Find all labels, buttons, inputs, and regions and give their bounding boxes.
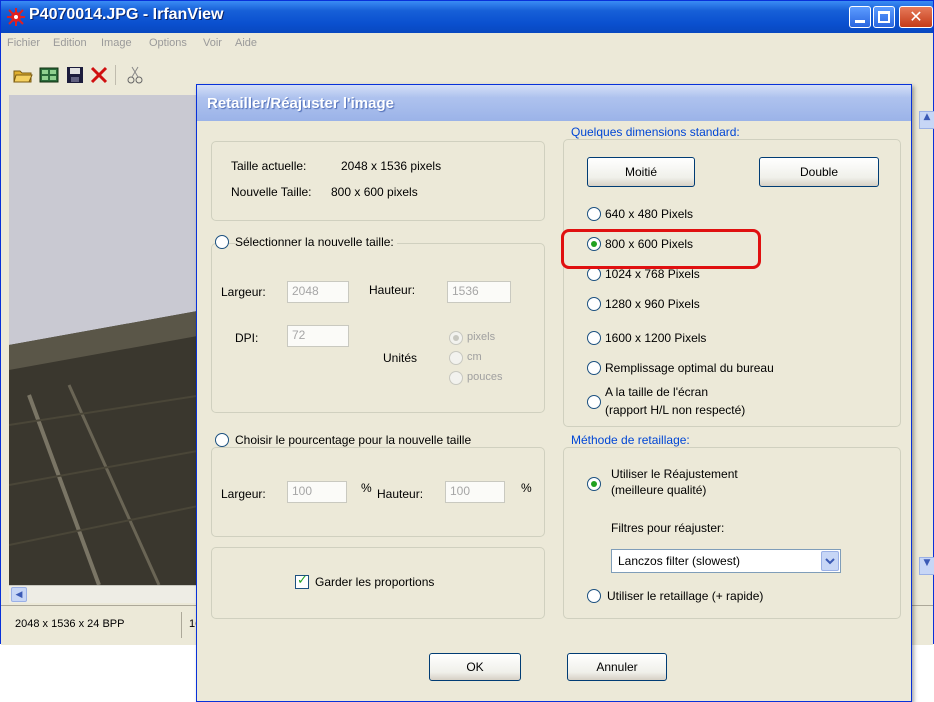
cancel-button[interactable]: Annuler <box>567 653 667 681</box>
highlight-annotation <box>561 229 761 269</box>
resize-radio[interactable] <box>587 589 601 603</box>
status-separator <box>181 612 182 638</box>
toolbar-separator <box>115 65 116 85</box>
pct-width-input[interactable]: 100 <box>287 481 347 503</box>
std-desktop-radio[interactable] <box>587 361 601 375</box>
scroll-left-icon[interactable]: ◀ <box>11 587 27 602</box>
units-label: Unités <box>383 351 418 365</box>
photo-preview <box>9 95 203 585</box>
menu-image[interactable]: Image <box>101 37 132 49</box>
width-input[interactable]: 2048 <box>287 281 349 303</box>
height-input[interactable]: 1536 <box>447 281 511 303</box>
scroll-up-icon[interactable]: ▲ <box>919 111 934 129</box>
std-640-label: 640 x 480 Pixels <box>605 207 694 221</box>
unit-pixels-radio[interactable] <box>449 331 463 345</box>
std-1280-label: 1280 x 960 Pixels <box>605 297 700 311</box>
std-screen-label: A la taille de l'écran <box>605 385 709 399</box>
horizontal-scrollbar[interactable]: ◀ <box>9 585 203 603</box>
keep-proportions-checkbox[interactable]: ✓ <box>295 573 309 589</box>
width-label: Largeur: <box>221 285 266 299</box>
menu-voir[interactable]: Voir <box>203 37 222 49</box>
status-image-dimensions: 2048 x 1536 x 24 BPP <box>15 618 125 630</box>
resample-label: Utiliser le Réajustement <box>611 467 738 481</box>
resample-radio[interactable] <box>587 477 601 491</box>
method-title: Méthode de retaillage: <box>569 433 692 447</box>
pct-sign-2: % <box>521 481 532 495</box>
ok-button[interactable]: OK <box>429 653 521 681</box>
unit-pixels-label: pixels <box>467 331 496 343</box>
dpi-label: DPI: <box>235 331 259 345</box>
pct-height-label: Hauteur: <box>377 487 424 501</box>
checkmark-icon: ✓ <box>297 573 308 588</box>
current-size-value: 2048 x 1536 pixels <box>341 159 442 173</box>
filter-select-value: Lanczos filter (slowest) <box>618 554 741 568</box>
keep-proportions-label: Garder les proportions <box>315 575 435 589</box>
irfanview-app-icon <box>7 8 25 26</box>
resample-sublabel: (meilleure qualité) <box>611 483 707 497</box>
menu-aide[interactable]: Aide <box>235 37 257 49</box>
resize-dialog: Retailler/Réajuster l'image Taille actue… <box>196 84 912 702</box>
pct-height-input[interactable]: 100 <box>445 481 505 503</box>
unit-cm-radio[interactable] <box>449 351 463 365</box>
dpi-input[interactable]: 72 <box>287 325 349 347</box>
select-size-group <box>211 243 545 413</box>
percent-radio[interactable] <box>215 433 229 447</box>
window-title: P4070014.JPG - IrfanView <box>29 6 224 23</box>
percent-label: Choisir le pourcentage pour la nouvelle … <box>235 433 475 447</box>
double-button[interactable]: Double <box>759 157 879 187</box>
menu-edition[interactable]: Edition <box>53 37 87 49</box>
dialog-titlebar[interactable]: Retailler/Réajuster l'image <box>197 85 911 121</box>
vertical-scrollbar[interactable] <box>919 111 933 591</box>
size-info-group <box>211 141 545 221</box>
chevron-down-icon[interactable] <box>821 551 839 571</box>
close-icon: ✕ <box>909 7 923 26</box>
new-size-value: 800 x 600 pixels <box>331 185 418 199</box>
std-screen-radio[interactable] <box>587 395 601 409</box>
maximize-icon <box>874 7 894 27</box>
std-desktop-label: Remplissage optimal du bureau <box>605 361 774 375</box>
minimize-icon <box>850 7 870 27</box>
menu-fichier[interactable]: Fichier <box>7 37 40 49</box>
main-titlebar[interactable]: P4070014.JPG - IrfanView ✕ <box>1 1 933 33</box>
std-1024-radio[interactable] <box>587 267 601 281</box>
filters-label: Filtres pour réajuster: <box>611 521 725 535</box>
delete-icon[interactable] <box>89 66 109 84</box>
height-label: Hauteur: <box>369 283 416 297</box>
std-screen-sublabel: (rapport H/L non respecté) <box>605 403 746 417</box>
unit-cm-label: cm <box>467 351 482 363</box>
std-640-radio[interactable] <box>587 207 601 221</box>
dialog-title: Retailler/Réajuster l'image <box>207 95 394 112</box>
unit-inches-radio[interactable] <box>449 371 463 385</box>
image-viewport[interactable] <box>9 95 203 585</box>
maximize-button[interactable] <box>873 6 895 28</box>
select-size-label: Sélectionner la nouvelle taille: <box>235 235 397 249</box>
standard-dimensions-title: Quelques dimensions standard: <box>569 125 742 139</box>
pct-sign-1: % <box>361 481 372 495</box>
menubar: Fichier Edition Image Options Voir Aide <box>1 33 933 55</box>
unit-inches-label: pouces <box>467 371 503 383</box>
current-size-label: Taille actuelle: <box>231 159 307 173</box>
std-1600-label: 1600 x 1200 Pixels <box>605 331 707 345</box>
filter-select[interactable]: Lanczos filter (slowest) <box>611 549 841 573</box>
cut-icon[interactable] <box>125 66 145 84</box>
std-1280-radio[interactable] <box>587 297 601 311</box>
resize-label: Utiliser le retaillage (+ rapide) <box>607 589 764 603</box>
scroll-down-icon[interactable]: ▼ <box>919 557 934 575</box>
new-size-label: Nouvelle Taille: <box>231 185 312 199</box>
pct-width-label: Largeur: <box>221 487 266 501</box>
std-1600-radio[interactable] <box>587 331 601 345</box>
thumbnails-icon[interactable] <box>39 66 59 84</box>
open-folder-icon[interactable] <box>13 66 33 84</box>
minimize-button[interactable] <box>849 6 871 28</box>
std-1024-label: 1024 x 768 Pixels <box>605 267 700 281</box>
half-button[interactable]: Moitié <box>587 157 695 187</box>
close-button[interactable]: ✕ <box>899 6 933 28</box>
select-size-radio[interactable] <box>215 235 229 249</box>
save-icon[interactable] <box>65 66 85 84</box>
menu-options[interactable]: Options <box>149 37 187 49</box>
